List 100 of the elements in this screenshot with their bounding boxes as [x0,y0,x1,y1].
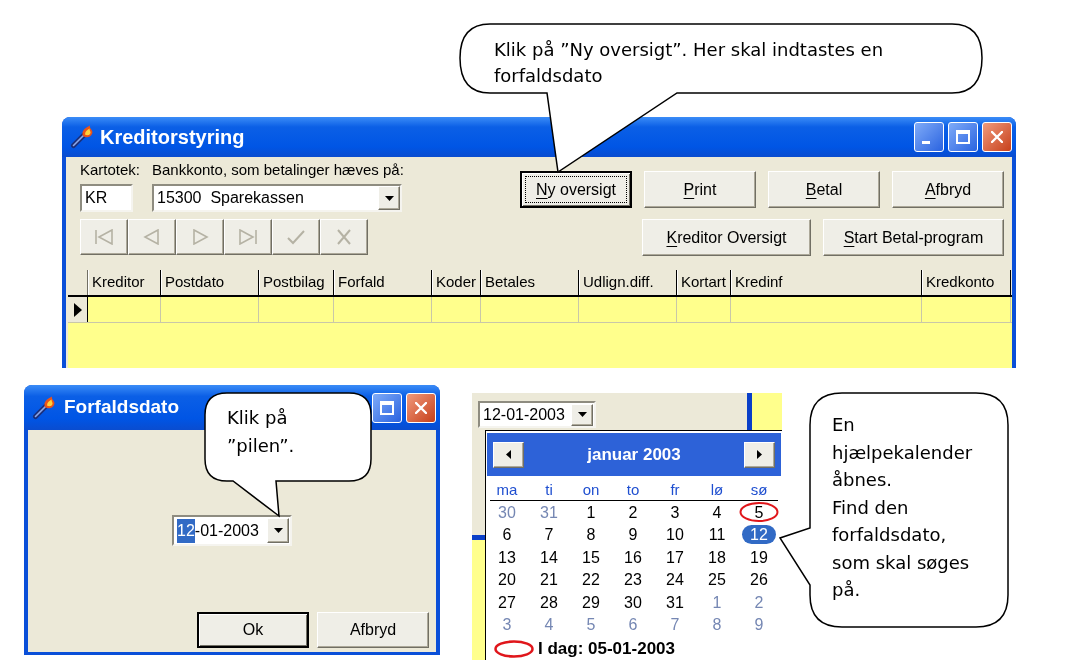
calendar-day[interactable]: 16 [622,547,644,567]
calendar-day[interactable]: 9 [752,615,766,635]
triangle-right-icon [190,229,210,245]
text-field[interactable]: KR [80,184,133,212]
window-border [747,393,752,430]
calendar-day[interactable]: 12 [742,525,776,545]
maximize-button[interactable] [948,122,978,152]
column-header[interactable]: Kredinf [731,270,922,295]
calendar-day[interactable]: 2 [752,592,766,612]
dropdown-button[interactable] [571,403,593,426]
column-header[interactable]: Kortart [677,270,731,295]
skip-end-icon [238,229,258,245]
calendar-day[interactable]: 6 [626,615,640,635]
torch-icon [32,395,56,420]
calendar-day[interactable]: 4 [542,615,556,635]
callout-text: Klik på ”pilen”. [227,406,296,458]
calendar-day[interactable]: 5 [584,615,598,635]
calendar-day[interactable]: 19 [748,547,770,567]
calendar-day[interactable]: 25 [706,570,728,590]
column-header[interactable]: Koder [432,270,481,295]
next-month-button[interactable] [744,441,775,468]
calendar-day[interactable]: 14 [538,547,560,567]
minimize-button[interactable] [914,122,944,152]
date-picker[interactable]: 12-01-2003 [478,401,596,428]
month-title: januar 2003 [587,443,681,466]
calendar-day[interactable]: 1 [710,592,724,612]
calendar-day[interactable]: 29 [580,592,602,612]
column-header[interactable]: Forfald [334,270,432,295]
column-header[interactable]: Betales [481,270,579,295]
weekday-label: on [582,481,600,499]
calendar-day[interactable]: 3 [668,502,682,522]
column-header[interactable]: Udlign.diff. [579,270,677,295]
minimize-icon [922,141,930,144]
calendar-day[interactable]: 27 [496,592,518,612]
calendar-day[interactable]: 24 [664,570,686,590]
calendar-day[interactable]: 7 [668,615,682,635]
calendar-day[interactable]: 20 [496,570,518,590]
calendar-day[interactable]: 18 [706,547,728,567]
dialog-button[interactable]: Ok [197,612,309,648]
triangle-left-icon [506,450,511,459]
calendar-day[interactable]: 17 [664,547,686,567]
calendar-day[interactable]: 1 [584,502,598,522]
close-button[interactable] [982,122,1012,152]
weekday-label: lø [710,481,724,499]
calendar-day[interactable]: 30 [496,502,518,522]
maximize-icon [380,400,394,415]
calendar-day[interactable]: 8 [584,525,598,545]
command-button[interactable]: Print [644,171,756,208]
field-label: Bankkonto, som betalinger hæves på: [152,159,404,180]
grid-background [752,393,782,430]
calendar-day[interactable]: 8 [710,615,724,635]
calendar-day[interactable]: 4 [710,502,724,522]
calendar-day[interactable]: 15 [580,547,602,567]
dropdown-button[interactable] [267,518,289,543]
command-button[interactable]: Start Betal-program [823,219,1004,256]
close-button[interactable] [406,392,436,423]
field-label: Kartotek: [80,159,142,180]
calendar-day[interactable]: 22 [580,570,602,590]
calendar-day[interactable]: 13 [496,547,518,567]
dropdown-button[interactable] [378,186,400,210]
weekday-label: ti [545,481,553,499]
calendar-day[interactable]: 28 [538,592,560,612]
calendar-day[interactable]: 6 [500,525,514,545]
callout-text: Find den forfaldsdato, som skal søges på. [832,495,971,602]
row-header[interactable] [68,297,88,322]
calendar-day[interactable]: 30 [622,592,644,612]
cross-icon [334,229,354,245]
date-picker[interactable]: 12-01-2003 [172,515,292,546]
previous-month-button[interactable] [493,441,524,468]
calendar-day[interactable]: 9 [626,525,640,545]
today-link[interactable]: I dag: 05-01-2003 [538,636,675,660]
command-button[interactable]: Kreditor Oversigt [642,219,811,256]
calendar-day[interactable]: 7 [542,525,556,545]
close-icon [991,131,1003,143]
column-header[interactable]: Kredkonto [922,270,1011,295]
dialog-button[interactable]: Afbryd [317,612,429,648]
caret-down-icon [577,412,587,417]
combo-box[interactable]: 15300 Sparekassen [152,184,402,212]
command-button[interactable]: Ny oversigt [520,171,632,208]
calendar-day[interactable]: 11 [706,525,728,545]
close-icon [415,401,427,414]
calendar-day[interactable]: 2 [626,502,640,522]
command-button[interactable]: Betal [768,171,880,208]
column-header[interactable]: Postdato [161,270,259,295]
skip-start-icon [94,229,114,245]
weekday-label: sø [750,481,768,499]
caret-down-icon [384,195,394,201]
calendar-day[interactable]: 26 [748,570,770,590]
callout-text: Klik på ”Ny oversigt”. Her skal indtastes en forfaldsdato [494,38,885,88]
calendar-day[interactable]: 31 [538,502,560,522]
calendar-day[interactable]: 21 [538,570,560,590]
calendar-day[interactable]: 3 [500,615,514,635]
calendar-day[interactable]: 23 [622,570,644,590]
column-header[interactable]: Postbilag [259,270,334,295]
command-button[interactable]: Afbryd [892,171,1004,208]
calendar-day[interactable]: 10 [664,525,686,545]
column-header[interactable]: Kreditor [88,270,161,295]
maximize-button[interactable] [372,392,402,423]
caret-down-icon [273,528,283,533]
calendar-day[interactable]: 31 [664,592,686,612]
